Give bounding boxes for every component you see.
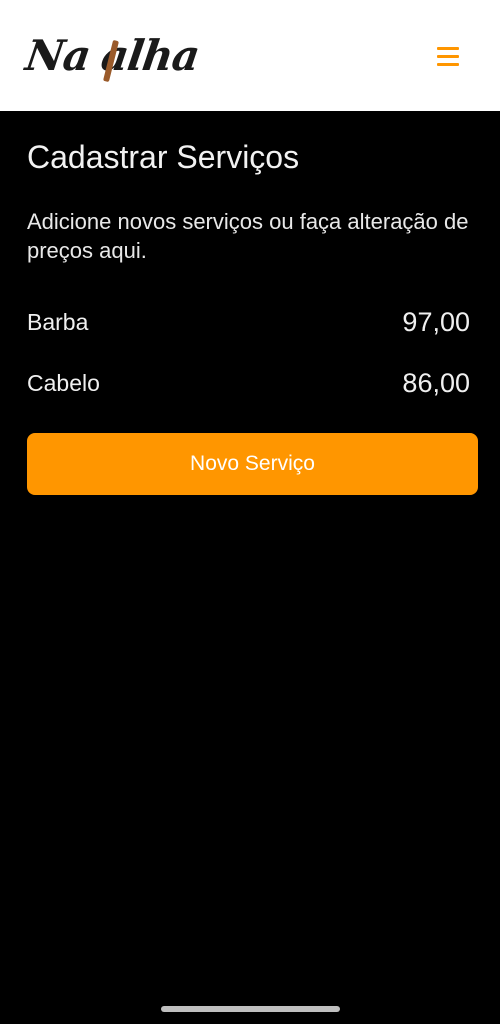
page-subtitle: Adicione novos serviços ou faça alteraçã…	[27, 209, 469, 263]
hamburger-menu-icon[interactable]	[432, 40, 464, 72]
menu-bar	[437, 46, 459, 50]
service-name: Cabelo	[27, 369, 100, 396]
page-title: Cadastrar Serviços	[27, 139, 300, 175]
menu-bar	[437, 62, 459, 66]
navalha-logo[interactable]: Na alha	[23, 26, 216, 86]
service-row-cabelo[interactable]: Cabelo 86,00	[27, 363, 470, 403]
service-price: 86,00	[402, 367, 470, 398]
menu-bar	[437, 54, 459, 58]
service-name: Barba	[27, 308, 89, 335]
home-indicator[interactable]	[161, 1006, 340, 1012]
service-price: 97,00	[402, 306, 470, 337]
app-header: Na alha	[0, 0, 500, 111]
new-service-button[interactable]: Novo Serviço	[27, 433, 478, 495]
service-row-barba[interactable]: Barba 97,00	[27, 302, 470, 342]
